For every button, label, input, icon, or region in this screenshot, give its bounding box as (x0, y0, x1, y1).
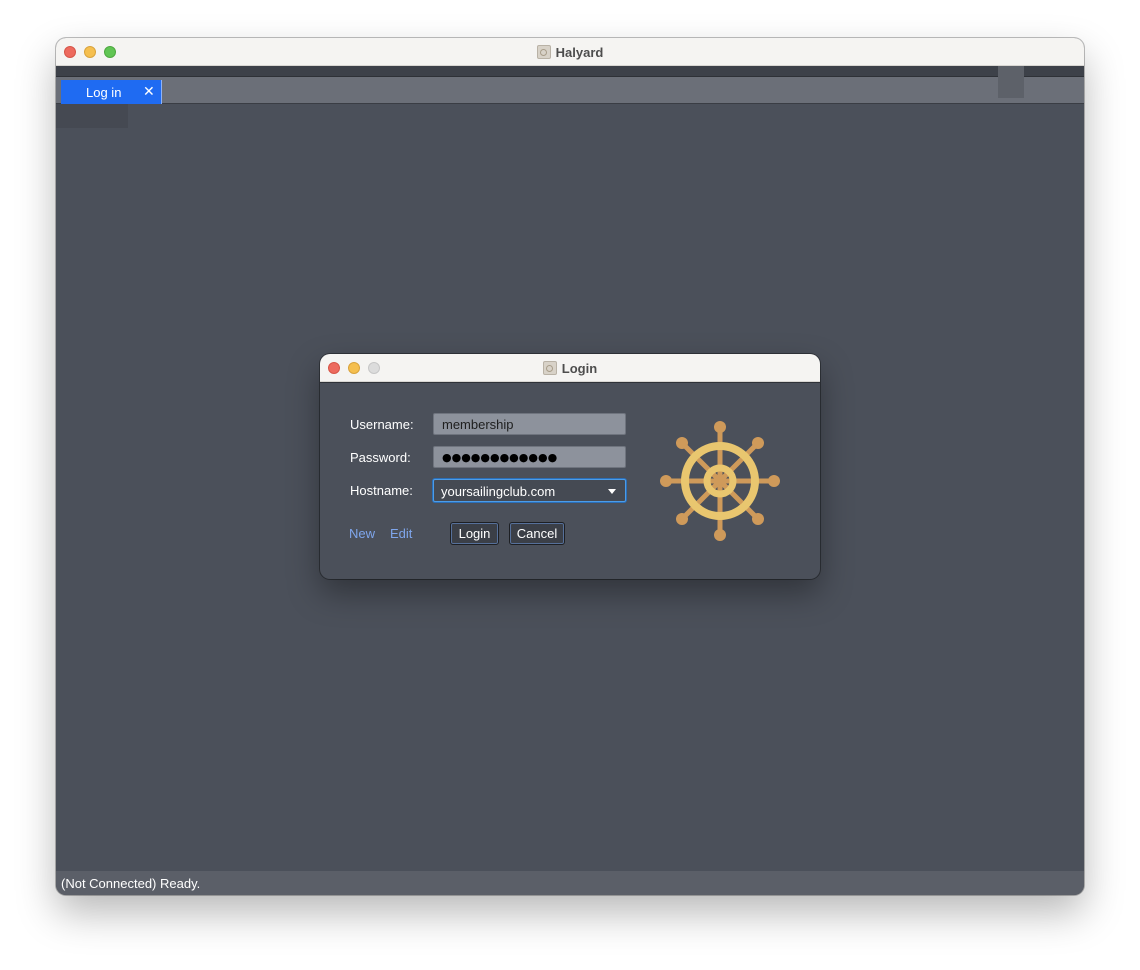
username-field[interactable]: membership (433, 413, 626, 435)
hostname-value: yoursailingclub.com (441, 484, 556, 499)
hostname-label: Hostname: (350, 483, 413, 498)
tab-label: Log in (86, 85, 122, 100)
tab-log-in[interactable]: Log in ✕ (61, 80, 162, 104)
login-button[interactable]: Login (450, 522, 499, 545)
edit-host-link[interactable]: Edit (390, 526, 412, 541)
dialog-titlebar[interactable]: Login (320, 354, 820, 382)
username-label: Username: (350, 417, 414, 432)
new-host-link[interactable]: New (349, 526, 375, 541)
tab-bar: Log in ✕ (56, 77, 1084, 104)
login-dialog: Login Username: membership Password: ●●●… (320, 354, 820, 579)
dialog-title-text: Login (561, 360, 598, 376)
window-title: Halyard (56, 38, 1084, 66)
main-titlebar[interactable]: Halyard (56, 38, 1084, 66)
tab-close-icon[interactable]: ✕ (143, 83, 155, 99)
hostname-combobox[interactable]: yoursailingclub.com (433, 479, 626, 502)
app-icon (536, 45, 551, 59)
dialog-body: Username: membership Password: ●●●●●●●●●… (320, 382, 820, 579)
dialog-title: Login (320, 354, 820, 382)
dialog-app-icon (542, 361, 557, 375)
cancel-button[interactable]: Cancel (509, 522, 565, 545)
password-label: Password: (350, 450, 411, 465)
tab-bar-corner (998, 66, 1024, 98)
window-title-text: Halyard (555, 44, 604, 60)
status-text: (Not Connected) Ready. (61, 876, 201, 891)
password-field[interactable]: ●●●●●●●●●●●● (433, 446, 626, 468)
chevron-down-icon[interactable] (608, 489, 616, 494)
tab-content-shadow (56, 104, 128, 128)
toolbar-strip (56, 66, 1084, 77)
status-bar: (Not Connected) Ready. (56, 871, 1084, 895)
ship-wheel-icon (660, 421, 780, 541)
